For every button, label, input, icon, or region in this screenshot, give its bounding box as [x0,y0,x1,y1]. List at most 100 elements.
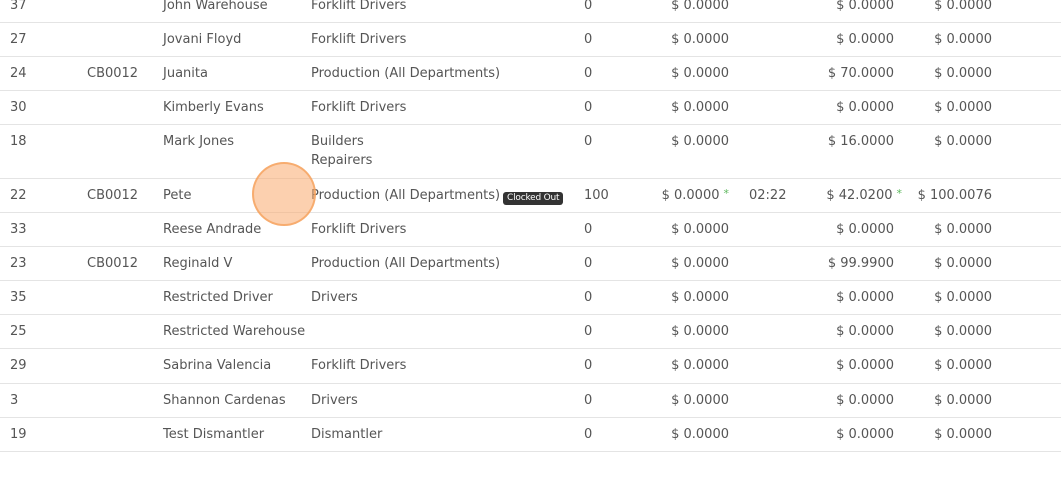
department-list: Production (All Departments) [311,254,500,273]
cost-cell: $ 42.0200 * [826,186,902,205]
hours-value: 0 [584,134,593,149]
employee-name[interactable]: Juanita [163,64,208,83]
employee-name[interactable]: Mark Jones [163,132,234,151]
hours-value: 0 [584,66,593,81]
cost-value: $ 0.0000 [836,0,894,13]
employee-id: 18 [10,134,27,149]
rate-value: $ 0.0000 [661,188,720,203]
department-name: Forklift Drivers [311,358,407,373]
table-row[interactable]: 27 Jovani Floyd Forklift Drivers 0 $ 0.0000 $… [0,23,1061,57]
department-list: Forklift Drivers [311,98,406,117]
table-row[interactable]: 25 Restricted Warehouse 0 $ 0.0000 $ 0.0000 $… [0,315,1061,349]
employee-name[interactable]: Reese Andrade [163,220,261,239]
cost-cell: $ 0.0000 [836,322,894,341]
hours-value: 0 [584,358,593,373]
rate-value: $ 0.0000 [671,358,729,373]
employee-id: 35 [10,290,27,305]
employee-name[interactable]: Test Dismantler [163,425,264,444]
total-value: $ 0.0000 [934,324,992,339]
employee-id: 22 [10,188,27,203]
table-row[interactable]: 19 Test Dismantler Dismantler 0 $ 0.0000 $ 0.… [0,418,1061,452]
employee-name[interactable]: Pete [163,186,191,205]
department-list: Builders Repairers [311,132,372,170]
rate-cell: $ 0.0000 [671,132,729,151]
cost-value: $ 0.0000 [836,32,894,47]
employee-code: CB0012 [87,66,139,81]
cost-cell: $ 0.0000 [836,98,894,117]
table-row[interactable]: 22 CB0012 Pete Production (All Departments)… [0,179,1061,213]
table-row[interactable]: 18 Mark Jones Builders Repairers 0 $ 0.0000 $ … [0,125,1061,179]
rate-value: $ 0.0000 [671,100,729,115]
total-value: $ 100.0076 [917,188,992,203]
employee-name[interactable]: Sabrina Valencia [163,356,271,375]
department-list: Drivers [311,288,358,307]
total-value: $ 0.0000 [934,134,992,149]
hours-value: 0 [584,32,593,47]
table-row[interactable]: 30 Kimberly Evans Forklift Drivers 0 $ 0.000… [0,91,1061,125]
total-value: $ 0.0000 [934,393,992,408]
cost-cell: $ 0.0000 [836,425,894,444]
employee-name[interactable]: Restricted Warehouse [163,322,305,341]
cost-value: $ 0.0000 [836,290,894,305]
rate-cell: $ 0.0000 [671,220,729,239]
hours-value: 0 [584,393,593,408]
rate-asterisk: * [723,187,730,200]
department-name: Repairers [311,153,373,168]
rate-cell: $ 0.0000 [671,30,729,49]
total-value: $ 0.0000 [934,32,992,47]
rate-cell: $ 0.0000 [671,288,729,307]
department-name: Builders [311,134,364,149]
department-name: Forklift Drivers [311,32,407,47]
employee-id: 33 [10,222,27,237]
time-value: 02:22 [749,188,787,203]
cost-cell: $ 0.0000 [836,220,894,239]
table-row[interactable]: 29 Sabrina Valencia Forklift Drivers 0 $ 0.0… [0,349,1061,384]
hours-value: 100 [584,188,609,203]
cost-cell: $ 0.0000 [836,288,894,307]
cost-cell: $ 99.9900 [828,254,894,273]
employee-id: 29 [10,358,27,373]
cost-cell: $ 0.0000 [836,30,894,49]
employee-name[interactable]: Kimberly Evans [163,98,264,117]
employee-table: 37 John Warehouse Forklift Drivers 0 $ 0.000… [0,0,1061,452]
hours-value: 0 [584,222,593,237]
cost-cell: $ 16.0000 [828,132,894,151]
rate-value: $ 0.0000 [671,222,729,237]
employee-id: 24 [10,66,27,81]
cost-asterisk: * [896,187,903,200]
department-list: Forklift Drivers [311,30,406,49]
status-cell: Clocked Out [503,187,564,206]
rate-cell: $ 0.0000 [671,356,729,375]
employee-name[interactable]: Jovani Floyd [163,30,241,49]
department-list: Production (All Departments) [311,64,500,83]
employee-name[interactable]: Restricted Driver [163,288,273,307]
employee-name[interactable]: Reginald V [163,254,232,273]
employee-id: 19 [10,427,27,442]
cost-value: $ 70.0000 [827,66,894,81]
cost-cell: $ 0.0000 [836,0,894,15]
table-row[interactable]: 23 CB0012 Reginald V Production (All Depart… [0,247,1061,281]
rate-cell: $ 0.0000 [671,98,729,117]
employee-name[interactable]: Shannon Cardenas [163,391,286,410]
status-badge: Clocked Out [503,192,564,205]
table-row[interactable]: 33 Reese Andrade Forklift Drivers 0 $ 0.0000… [0,213,1061,247]
employee-name[interactable]: John Warehouse [163,0,268,15]
hours-value: 0 [584,427,593,442]
employee-id: 30 [10,100,27,115]
table-row[interactable]: 24 CB0012 Juanita Production (All Departmen… [0,57,1061,91]
total-value: $ 0.0000 [934,66,992,81]
table-row[interactable]: 3 Shannon Cardenas Drivers 0 $ 0.0000 $ 0.000… [0,384,1061,418]
cost-value: $ 0.0000 [836,427,894,442]
table-row[interactable]: 35 Restricted Driver Drivers 0 $ 0.0000 $ 0.0… [0,281,1061,315]
hours-value: 0 [584,290,593,305]
rate-value: $ 0.0000 [671,134,729,149]
rate-value: $ 0.0000 [671,256,729,271]
employee-id: 37 [10,0,27,13]
cost-value: $ 0.0000 [836,393,894,408]
department-list: Dismantler [311,425,382,444]
cost-value: $ 42.0200 [826,188,893,203]
table-row[interactable]: 37 John Warehouse Forklift Drivers 0 $ 0.000… [0,0,1061,23]
cost-value: $ 0.0000 [836,358,894,373]
total-value: $ 0.0000 [934,427,992,442]
employee-id: 27 [10,32,27,47]
